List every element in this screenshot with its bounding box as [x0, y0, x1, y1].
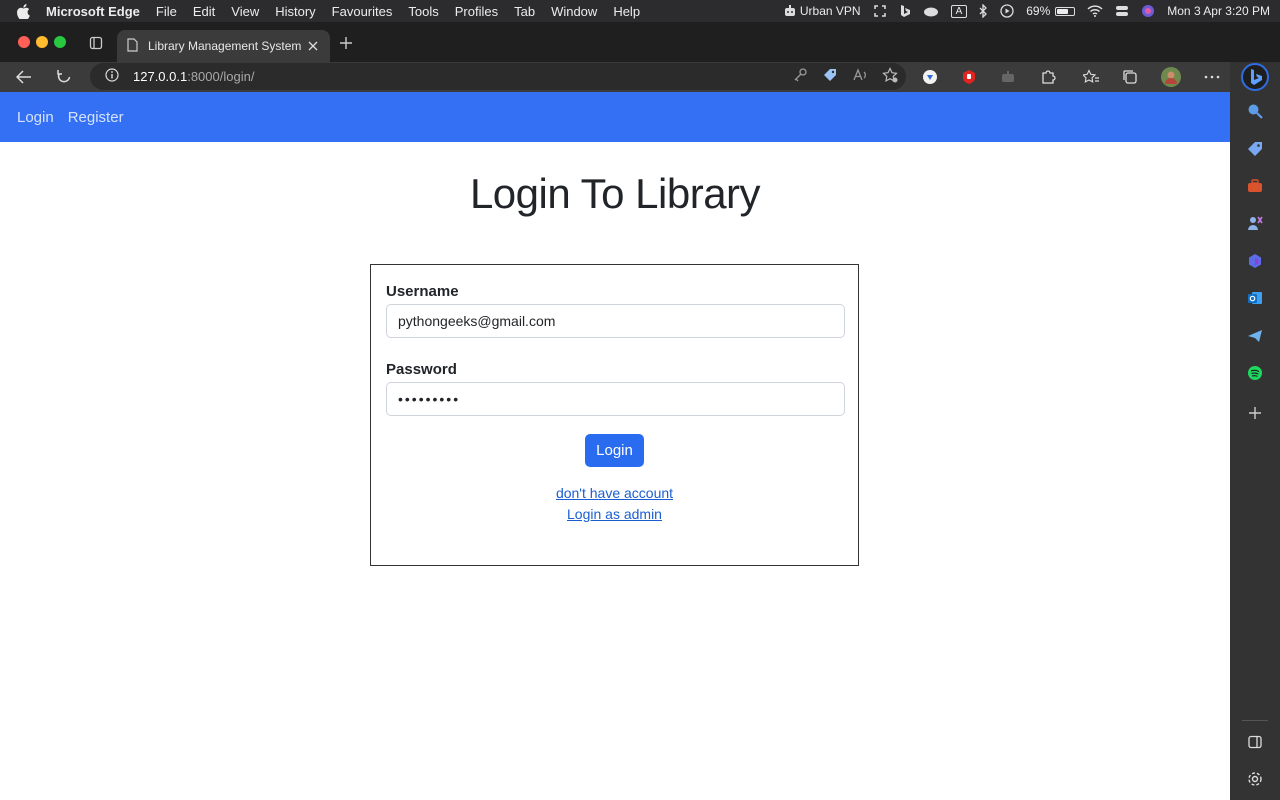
more-options-icon[interactable]	[1202, 67, 1222, 87]
password-field[interactable]	[386, 382, 845, 416]
menu-tab[interactable]: Tab	[506, 4, 543, 19]
read-aloud-icon[interactable]	[852, 67, 868, 86]
menu-tools[interactable]: Tools	[400, 4, 446, 19]
control-center-icon[interactable]	[1115, 5, 1129, 17]
site-navbar: Login Register	[0, 92, 1230, 142]
menu-edit[interactable]: Edit	[185, 4, 223, 19]
telegram-send-icon[interactable]	[1245, 326, 1265, 346]
microsoft-365-icon[interactable]	[1245, 251, 1265, 271]
hand-stop-extension-icon[interactable]	[959, 67, 979, 87]
window-maximize-button[interactable]	[54, 36, 66, 48]
battery-percent: 69%	[1026, 4, 1051, 18]
add-sidebar-app-plus-icon[interactable]	[1245, 403, 1265, 423]
shopping-tag-icon[interactable]	[1245, 139, 1265, 159]
urban-vpn-label: Urban VPN	[799, 4, 861, 18]
add-favorite-star-icon[interactable]	[882, 67, 898, 86]
sidebar-settings-gear-icon[interactable]	[1245, 769, 1265, 789]
vpn-shield-extension-icon[interactable]	[920, 67, 940, 87]
app-menu-name[interactable]: Microsoft Edge	[46, 4, 148, 19]
menu-view[interactable]: View	[223, 4, 267, 19]
browser-tab-bar: Library Management System	[0, 22, 1280, 62]
menu-file[interactable]: File	[148, 4, 185, 19]
username-label: Username	[386, 283, 459, 300]
page-document-icon	[127, 37, 138, 55]
tab-title: Library Management System	[148, 39, 302, 53]
urban-vpn-status[interactable]: Urban VPN	[783, 4, 861, 18]
active-tab[interactable]: Library Management System	[117, 30, 330, 62]
bing-copilot-icon[interactable]	[1238, 62, 1272, 92]
menu-favourites[interactable]: Favourites	[324, 4, 401, 19]
fullscreen-arrows-icon[interactable]	[873, 4, 887, 18]
address-bar-actions	[792, 67, 898, 86]
input-source-label: A	[950, 4, 968, 18]
form-links: don't have account Login as admin	[386, 483, 843, 525]
extensions-puzzle-icon[interactable]	[1038, 67, 1058, 87]
tab-actions-icon[interactable]	[86, 33, 106, 53]
bing-icon[interactable]	[899, 4, 911, 18]
window-minimize-button[interactable]	[36, 36, 48, 48]
admin-login-link[interactable]: Login as admin	[567, 506, 662, 522]
menubar-datetime[interactable]: Mon 3 Apr 3:20 PM	[1167, 4, 1270, 18]
web-content: Login Register Login To Library Username…	[0, 92, 1230, 800]
password-label: Password	[386, 361, 457, 378]
key-icon[interactable]	[792, 67, 808, 86]
battery-status[interactable]: 69%	[1026, 4, 1076, 18]
macos-menu-bar: Microsoft Edge File Edit View History Fa…	[0, 0, 1280, 22]
url-host: 127.0.0.1	[133, 69, 188, 84]
robot-icon	[784, 5, 795, 16]
register-link[interactable]: don't have account	[556, 485, 673, 501]
menu-profiles[interactable]: Profiles	[447, 4, 506, 19]
address-bar[interactable]: 127.0.0.1:8000/login/	[90, 63, 906, 90]
play-circle-icon[interactable]	[1000, 4, 1014, 18]
favorites-star-icon[interactable]	[1081, 67, 1101, 87]
login-button[interactable]: Login	[585, 434, 644, 467]
bluetooth-icon[interactable]	[979, 4, 988, 18]
profile-avatar[interactable]	[1161, 67, 1181, 87]
menu-help[interactable]: Help	[605, 4, 648, 19]
nav-register-link[interactable]: Register	[68, 109, 124, 126]
apple-menu-icon[interactable]	[0, 3, 46, 19]
window-close-button[interactable]	[18, 36, 30, 48]
tools-briefcase-icon[interactable]	[1245, 176, 1265, 196]
cloud-icon[interactable]	[923, 5, 939, 17]
edge-sidebar	[1230, 62, 1280, 800]
input-source-icon[interactable]: A	[950, 4, 968, 18]
tab-close-icon[interactable]	[306, 39, 320, 53]
search-icon[interactable]	[1245, 101, 1265, 121]
site-info-icon[interactable]	[105, 68, 119, 85]
robot-extension-icon[interactable]	[998, 67, 1018, 87]
menu-history[interactable]: History	[267, 4, 323, 19]
nav-login-link[interactable]: Login	[17, 109, 54, 126]
page-title: Login To Library	[469, 170, 761, 217]
new-tab-plus-icon[interactable]	[336, 33, 356, 53]
battery-level-fill	[1057, 8, 1069, 14]
siri-icon[interactable]	[1141, 4, 1155, 18]
login-form: Username Password Login don't have accou…	[370, 264, 859, 566]
spotify-icon[interactable]	[1245, 363, 1265, 383]
browser-toolbar: 127.0.0.1:8000/login/	[0, 62, 1280, 92]
status-area: Urban VPN A 69% Mon 3 Apr 3:20 PM	[783, 0, 1270, 22]
back-arrow-icon[interactable]	[13, 66, 35, 88]
hide-sidebar-icon[interactable]	[1245, 732, 1265, 752]
wifi-icon[interactable]	[1087, 5, 1103, 17]
username-field[interactable]	[386, 304, 845, 338]
battery-icon	[1055, 6, 1076, 16]
sidebar-divider	[1242, 720, 1268, 721]
games-icon[interactable]	[1245, 213, 1265, 233]
collections-icon[interactable]	[1120, 67, 1140, 87]
menu-window[interactable]: Window	[543, 4, 605, 19]
refresh-icon[interactable]	[53, 66, 75, 88]
coupon-tag-icon[interactable]	[822, 67, 838, 86]
url-path: :8000/login/	[187, 69, 255, 84]
outlook-icon[interactable]	[1245, 288, 1265, 308]
